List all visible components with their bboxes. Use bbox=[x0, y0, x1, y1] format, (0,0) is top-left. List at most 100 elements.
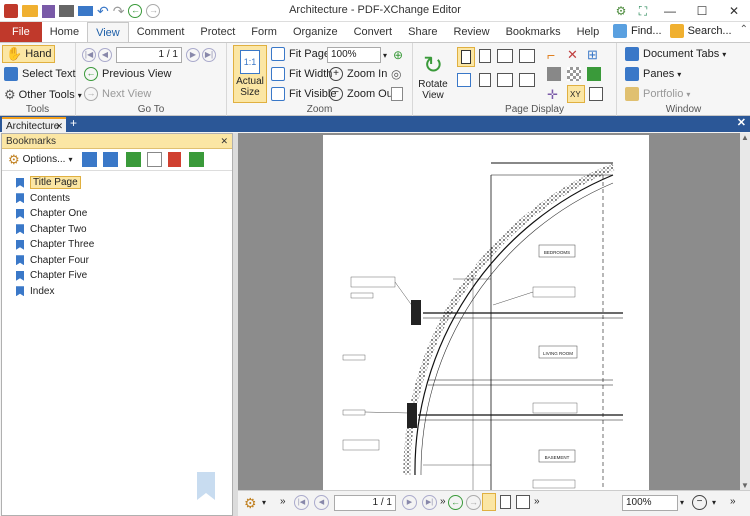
vertical-scrollbar[interactable]: ▲ ▼ bbox=[740, 133, 750, 490]
chevron-down-icon[interactable]: ▾ bbox=[262, 498, 266, 507]
find-button[interactable]: Find... bbox=[613, 24, 662, 38]
settings-icon[interactable]: ⚙ bbox=[244, 495, 257, 512]
delete-icon[interactable] bbox=[168, 152, 182, 167]
add-child-bookmark-icon[interactable] bbox=[103, 152, 119, 167]
bookmark-item[interactable]: Title Page bbox=[2, 175, 232, 191]
continuous-button[interactable] bbox=[479, 49, 491, 63]
menu-help[interactable]: Help bbox=[569, 22, 608, 42]
zoom-in-button[interactable]: + Zoom In bbox=[329, 67, 387, 81]
facing-button[interactable] bbox=[497, 49, 513, 63]
menu-share[interactable]: Share bbox=[400, 22, 445, 42]
fit-page-button[interactable]: Fit Page bbox=[271, 47, 330, 61]
more-icon[interactable]: » bbox=[534, 496, 540, 507]
x-button[interactable]: ✕ bbox=[567, 47, 578, 63]
document-viewer[interactable]: BEDROOMS LIVING ROOM BASEMENT ▲ ▼ bbox=[238, 133, 750, 490]
minimize-button[interactable]: — bbox=[654, 0, 686, 22]
scroll-up-icon[interactable]: ▲ bbox=[741, 133, 749, 142]
search-button[interactable]: Search... bbox=[669, 24, 732, 38]
close-button[interactable]: ✕ bbox=[718, 0, 750, 22]
settings-icon[interactable]: ⚙ bbox=[610, 0, 632, 22]
guides-button[interactable]: ✛ bbox=[547, 87, 558, 103]
transparency-button[interactable] bbox=[567, 67, 581, 81]
cover-page-button[interactable] bbox=[479, 73, 491, 87]
prev-page-icon[interactable]: ◀ bbox=[98, 48, 112, 62]
rotate-view-button[interactable]: ↻ Rotate View bbox=[415, 49, 451, 105]
first-page-icon[interactable]: |◀ bbox=[294, 495, 309, 510]
chevron-up-icon[interactable]: ⌃ bbox=[740, 24, 748, 38]
prev-page-icon[interactable]: ◀ bbox=[314, 495, 329, 510]
grid-button[interactable]: ⊞ bbox=[587, 47, 598, 63]
zoom-out-button[interactable]: − Zoom Out bbox=[329, 87, 396, 101]
zoom-out-icon[interactable]: − bbox=[692, 495, 707, 510]
two-page-button[interactable] bbox=[497, 73, 513, 87]
last-page-icon[interactable]: ▶| bbox=[422, 495, 437, 510]
fullscreen-icon[interactable]: ⛶ bbox=[632, 0, 654, 22]
more-icon[interactable]: » bbox=[440, 496, 446, 507]
more-icon[interactable]: » bbox=[730, 496, 736, 507]
new-bookmark-icon[interactable] bbox=[126, 152, 142, 167]
loupe-button[interactable]: ◎ bbox=[391, 67, 401, 81]
back-icon[interactable]: ← bbox=[448, 495, 463, 510]
single-page-button[interactable] bbox=[457, 47, 475, 67]
panes-button[interactable]: Panes ▾ bbox=[625, 67, 681, 81]
add-bookmark-icon[interactable] bbox=[82, 152, 98, 167]
two-page-cover-button[interactable] bbox=[519, 73, 535, 87]
bookmark-item[interactable]: Index bbox=[2, 284, 232, 300]
bookmark-item[interactable]: Chapter Five bbox=[2, 268, 232, 284]
zoom-select[interactable]: 100% ▾ ⊕ bbox=[327, 47, 403, 63]
zoom-tool-icon[interactable]: ⊕ bbox=[393, 48, 403, 62]
bookmark-item[interactable]: Chapter Four bbox=[2, 253, 232, 269]
document-tab[interactable]: Architecture ✕ bbox=[2, 117, 66, 132]
bookmark-item[interactable]: Contents bbox=[2, 191, 232, 207]
properties-icon[interactable] bbox=[147, 152, 163, 167]
document-tabs-button[interactable]: Document Tabs ▾ bbox=[625, 47, 726, 61]
zoom-input[interactable]: 100% bbox=[327, 47, 381, 63]
fit-visible-button[interactable]: Fit Visible bbox=[271, 87, 336, 101]
portfolio-button[interactable]: Portfolio ▾ bbox=[625, 87, 690, 101]
maximize-button[interactable]: ☐ bbox=[686, 0, 718, 22]
expand-icon[interactable] bbox=[189, 152, 205, 167]
menu-file[interactable]: File bbox=[0, 22, 42, 42]
close-document-icon[interactable]: ✕ bbox=[737, 116, 746, 129]
status-page-input[interactable]: 1 / 1 bbox=[334, 495, 396, 511]
page-number-input[interactable]: 1 / 1 bbox=[116, 47, 182, 63]
next-page-icon[interactable]: ▶ bbox=[402, 495, 417, 510]
next-view-button[interactable]: → Next View bbox=[84, 87, 151, 101]
fit-width-button[interactable]: Fit Width bbox=[271, 67, 332, 81]
bookmark-item[interactable]: Chapter One bbox=[2, 206, 232, 222]
last-page-icon[interactable]: ▶| bbox=[202, 48, 216, 62]
crop-button[interactable]: ⌐ bbox=[547, 47, 555, 63]
bookmark-item[interactable]: Chapter Two bbox=[2, 222, 232, 238]
menu-organize[interactable]: Organize bbox=[285, 22, 346, 42]
menu-protect[interactable]: Protect bbox=[192, 22, 243, 42]
other-tools-button[interactable]: ⚙ Other Tools ▾ bbox=[4, 87, 82, 103]
new-tab-icon[interactable]: + bbox=[70, 116, 77, 130]
menu-home[interactable]: Home bbox=[42, 22, 87, 42]
options-button[interactable]: Options... bbox=[23, 154, 66, 165]
forward-icon[interactable]: → bbox=[466, 495, 481, 510]
split-button[interactable] bbox=[457, 73, 471, 87]
chevron-down-icon[interactable]: ▾ bbox=[680, 498, 684, 507]
status-zoom-input[interactable]: 100% bbox=[622, 495, 678, 511]
facing-continuous-button[interactable] bbox=[519, 49, 535, 63]
more-icon[interactable]: » bbox=[280, 496, 286, 507]
line-weight-button[interactable] bbox=[587, 67, 601, 81]
close-panel-icon[interactable]: ✕ bbox=[220, 134, 228, 149]
actual-size-button[interactable]: 1:1 Actual Size bbox=[233, 45, 267, 103]
first-page-icon[interactable]: |◀ bbox=[82, 48, 96, 62]
scroll-down-icon[interactable]: ▼ bbox=[741, 481, 749, 490]
menu-view[interactable]: View bbox=[87, 22, 129, 42]
next-page-icon[interactable]: ▶ bbox=[186, 48, 200, 62]
page-color-button[interactable] bbox=[547, 67, 561, 81]
select-text-button[interactable]: Select Text bbox=[4, 67, 76, 81]
bookmark-item[interactable]: Chapter Three bbox=[2, 237, 232, 253]
single-page-icon[interactable] bbox=[482, 493, 496, 511]
menu-form[interactable]: Form bbox=[243, 22, 285, 42]
menu-review[interactable]: Review bbox=[445, 22, 497, 42]
previous-view-button[interactable]: ← Previous View bbox=[84, 67, 172, 81]
continuous-icon[interactable] bbox=[500, 495, 511, 509]
close-tab-icon[interactable]: ✕ bbox=[55, 119, 63, 134]
facing-icon[interactable] bbox=[516, 495, 530, 509]
hand-tool-button[interactable]: ✋ Hand bbox=[2, 45, 56, 63]
snapshot-button[interactable] bbox=[391, 87, 403, 101]
